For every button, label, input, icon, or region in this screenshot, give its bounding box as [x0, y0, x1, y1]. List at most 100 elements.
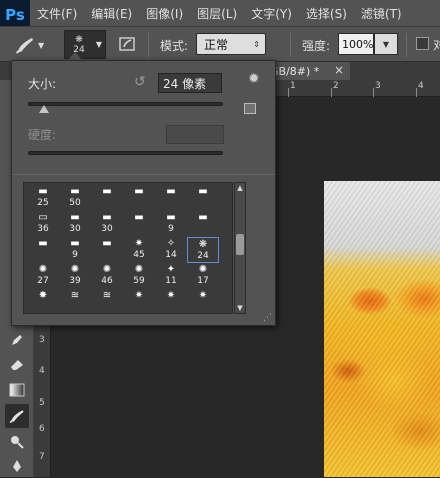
menu-layer[interactable]: 图层(L) [190, 5, 244, 22]
ruler-label: 3 [39, 335, 45, 345]
brush-tip-icon: ▬ [102, 186, 112, 197]
size-slider-track[interactable] [28, 102, 223, 106]
brush-preset[interactable]: ▭ 36 [27, 211, 59, 237]
brush-preset[interactable]: ✺ 27 [27, 263, 59, 289]
strength-label: 强度: [302, 39, 331, 53]
brush-size-label: 11 [165, 276, 177, 286]
brush-preset[interactable]: ▬ [187, 185, 219, 211]
brush-preset[interactable]: ▬ 50 [59, 185, 91, 211]
tool-dodge[interactable] [5, 430, 29, 454]
brush-preset[interactable]: ✷ [123, 289, 155, 313]
resize-grip-icon[interactable]: ⋰ [263, 313, 272, 323]
brush-preset[interactable]: ✷ 45 [123, 237, 155, 263]
brush-preset[interactable]: ▬ [123, 185, 155, 211]
brush-preset-grid: ▬ 25 ▬ 50 ▬ ▬ ▬ ▬ ▭ 36 ▬ 30 ▬ 30 ▬ ▬ 9 ▬ ▬ ▬ 9 ▬ ✷ 45 ✧ 14 ❋ 24 ✺ 27 ✺… [23, 182, 233, 314]
brush-size-label: 36 [37, 224, 49, 234]
brush-tip-icon: ▬ [38, 238, 48, 249]
brush-preset[interactable]: ✺ 59 [123, 263, 155, 289]
image-texture-overlay [324, 181, 440, 477]
brush-preset[interactable]: ✷ [155, 289, 187, 313]
size-input[interactable]: 24 像素 [158, 73, 222, 93]
brush-tip-icon: ▬ [102, 238, 112, 249]
brush-preset[interactable]: ▬ [91, 237, 123, 263]
menu-bar: Ps 文件(F) 编辑(E) 图像(I) 图层(L) 文字(Y) 选择(S) 滤… [0, 0, 440, 26]
brush-preset[interactable]: ✺ 17 [187, 263, 219, 289]
menu-file[interactable]: 文件(F) [30, 5, 84, 22]
brush-tip-icon: ≋ [102, 290, 112, 301]
close-icon[interactable]: × [334, 63, 344, 77]
brush-preset[interactable]: ≋ [91, 289, 123, 313]
ruler-tick [331, 88, 332, 97]
menu-select[interactable]: 选择(S) [299, 5, 354, 22]
brush-tip-icon: ▬ [166, 212, 176, 223]
gear-icon[interactable]: ✹ [248, 71, 260, 87]
strength-dropdown-button[interactable]: ▼ [374, 33, 398, 55]
brush-grid-scrollbar[interactable]: ▲ ▼ [234, 182, 246, 314]
brush-preset[interactable]: ▬ [123, 211, 155, 237]
brush-size-label: 59 [133, 276, 145, 286]
brush-preset[interactable]: ▬ 25 [27, 185, 59, 211]
scroll-up-icon[interactable]: ▲ [235, 183, 245, 193]
brush-preset-popup: 大小: ↺ 24 像素 ✹ 硬度: ▬ 25 ▬ 50 ▬ ▬ ▬ ▬ ▭ 36 ▬ 30 ▬ 30 ▬ ▬ 9… [11, 60, 276, 326]
sample-all-layers-checkbox[interactable] [416, 37, 429, 50]
menu-image[interactable]: 图像(I) [139, 5, 190, 22]
ruler-tick [373, 88, 374, 97]
tool-mixer-brush[interactable] [5, 404, 29, 428]
chevron-updown-icon: ⇕ [253, 39, 260, 49]
tool-preset-picker[interactable]: ▼ [14, 33, 56, 57]
menu-filter[interactable]: 滤镜(T) [354, 5, 409, 22]
brush-preset[interactable]: ✧ 14 [155, 237, 187, 263]
app-logo: Ps [0, 0, 30, 26]
brush-preset[interactable]: ▬ [155, 185, 187, 211]
brush-preset[interactable]: ✺ 39 [59, 263, 91, 289]
brush-preset[interactable]: ❋ 24 [187, 237, 219, 263]
brush-preset[interactable]: ▬ 30 [59, 211, 91, 237]
ruler-label: 1 [290, 81, 296, 91]
brush-preset[interactable]: ✷ [187, 289, 219, 313]
brush-tip-icon: ✷ [134, 238, 144, 249]
brush-preset[interactable]: ✺ 46 [91, 263, 123, 289]
brush-preset[interactable]: ≋ [59, 289, 91, 313]
brush-preset[interactable]: ▬ 9 [59, 237, 91, 263]
scroll-down-icon[interactable]: ▼ [235, 303, 245, 313]
brush-size-label: 9 [72, 250, 78, 260]
brush-preset[interactable]: ✦ 11 [155, 263, 187, 289]
brush-tip-icon: ✺ [198, 264, 208, 275]
brush-tip-icon: ▬ [134, 212, 144, 223]
brush-preset[interactable]: ▬ 9 [155, 211, 187, 237]
divider [12, 174, 275, 175]
gradient-icon [9, 383, 25, 397]
document-tab[interactable]: GB/8#) * × [266, 62, 350, 80]
strength-input[interactable]: 100% [338, 33, 374, 55]
hardness-input [166, 125, 224, 144]
tool-eraser[interactable] [5, 352, 29, 376]
brush-preset[interactable]: ▬ [187, 211, 219, 237]
tool-pen-path[interactable] [5, 454, 29, 478]
brush-tip-icon: ▬ [38, 186, 48, 197]
toggle-brush-panel-button[interactable] [118, 35, 138, 53]
dodge-icon [11, 436, 24, 449]
options-bar: ▼ ❋ 24 ▼ 模式: 正常 ⇕ 强度: 100% ▼ 对 [0, 26, 440, 62]
tool-pen[interactable] [5, 328, 29, 352]
menu-edit[interactable]: 编辑(E) [84, 5, 139, 22]
reset-icon[interactable]: ↺ [134, 74, 146, 90]
brush-preset[interactable]: ✸ [27, 289, 59, 313]
brush-preset[interactable]: ▬ [91, 185, 123, 211]
new-preset-icon[interactable] [244, 103, 256, 114]
brush-preset[interactable]: ▬ [27, 237, 59, 263]
brush-tip-icon: ▬ [166, 186, 176, 197]
brush-tip-icon: ✧ [166, 238, 176, 249]
brush-size-label: 46 [101, 276, 113, 286]
separator [148, 33, 149, 57]
menu-type[interactable]: 文字(Y) [244, 5, 299, 22]
tool-gradient[interactable] [5, 378, 29, 402]
scrollbar-thumb[interactable] [236, 234, 244, 255]
brush-size-label: 30 [69, 224, 81, 234]
size-label: 大小: [28, 77, 57, 91]
brush-size-label: 30 [101, 224, 113, 234]
brush-preset[interactable]: ▬ 30 [91, 211, 123, 237]
brush-icon [9, 410, 24, 423]
brush-size-label: 45 [133, 250, 145, 260]
size-slider-thumb[interactable] [38, 105, 49, 113]
mode-select[interactable]: 正常 ⇕ [196, 33, 266, 55]
